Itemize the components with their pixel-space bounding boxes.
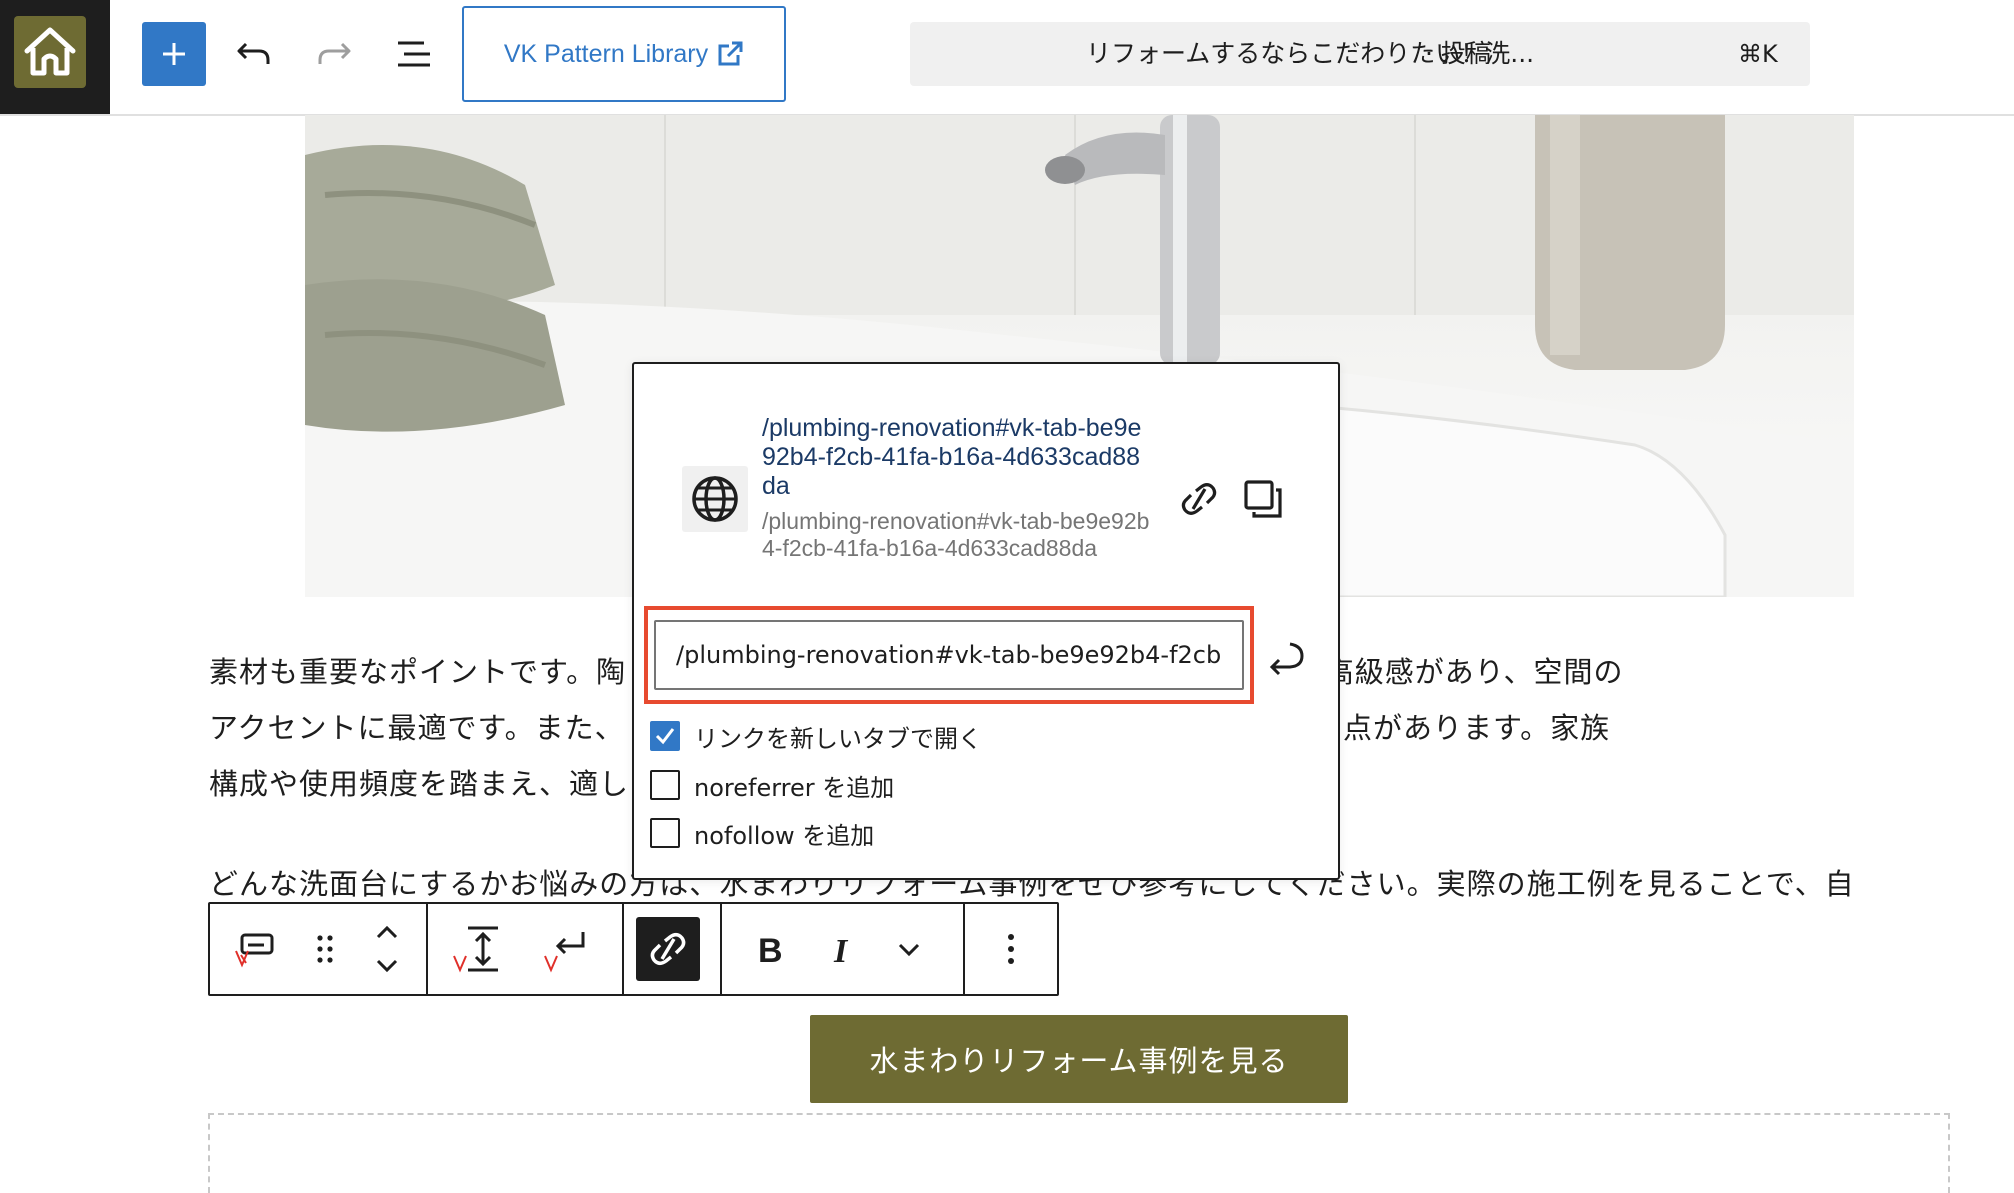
globe-icon (692, 476, 738, 522)
unlink-button[interactable] (636, 917, 700, 981)
more-formatting-button[interactable] (866, 904, 952, 994)
url-input-highlight (644, 606, 1254, 704)
unlink-popover-button[interactable] (1174, 474, 1224, 524)
redo-button[interactable] (302, 22, 366, 86)
post-type: · 投稿 (1425, 39, 1491, 68)
block-toolbar-group-format: B I (722, 904, 965, 994)
vk-pattern-library-button[interactable]: VK Pattern Library (462, 6, 786, 102)
link-url-input[interactable] (654, 620, 1244, 690)
drag-handle[interactable] (300, 904, 350, 994)
italic-button[interactable]: I (818, 904, 866, 994)
option-noreferrer[interactable]: noreferrer を追加 (650, 769, 895, 802)
add-block-button[interactable] (142, 22, 206, 86)
block-type-button[interactable] (210, 904, 300, 994)
svg-text:B: B (758, 932, 783, 967)
link-off-icon (650, 933, 686, 965)
block-toolbar-group-link (624, 904, 722, 994)
line-break-icon (544, 932, 585, 973)
block-toolbar-group-options (965, 904, 1057, 994)
link-off-icon (1181, 483, 1217, 515)
link-popover: /plumbing-renovation#vk-tab-be9e92b4-f2c… (632, 362, 1340, 880)
pattern-library-label: VK Pattern Library (503, 39, 709, 68)
option-open-new-tab[interactable]: リンクを新しいタブで開く (650, 720, 982, 753)
editor-top-toolbar: VK Pattern Library リフォームするならこだわりたい！洗... … (0, 0, 2014, 116)
italic-icon: I (833, 933, 849, 967)
link-preview-icon-box (682, 466, 748, 532)
vertical-spacing-icon (453, 926, 498, 973)
checkmark-icon (655, 728, 675, 745)
chevron-up-icon (376, 925, 398, 939)
list-view-icon (398, 41, 430, 67)
cta-button[interactable]: 水まわりリフォーム事例を見る (810, 1015, 1348, 1103)
nofollow-checkbox[interactable] (650, 818, 680, 848)
drag-handle-icon (317, 935, 333, 963)
open-new-tab-label: リンクを新しいタブで開く (694, 724, 982, 753)
cta-button-label: 水まわりリフォーム事例を見る (869, 1044, 1289, 1078)
site-home-button[interactable] (0, 0, 110, 114)
move-block-buttons[interactable] (350, 904, 424, 994)
link-preview-url: /plumbing-renovation#vk-tab-be9e92b4-f2c… (762, 508, 1150, 561)
vk-line-break-button[interactable] (526, 904, 606, 994)
noreferrer-label: noreferrer を追加 (694, 773, 895, 802)
vk-spacing-button[interactable] (428, 904, 526, 994)
plus-icon (163, 43, 185, 65)
block-toolbar-group-block (210, 904, 428, 994)
open-new-tab-checkbox[interactable] (650, 721, 680, 751)
block-toolbar-group-vk (428, 904, 624, 994)
button-block-icon (235, 933, 274, 968)
chevron-down-icon (376, 959, 398, 973)
command-shortcut: ⌘K (1738, 40, 1778, 68)
home-icon (14, 16, 86, 88)
copy-icon (1244, 480, 1282, 518)
link-submit-button[interactable] (1260, 630, 1312, 682)
noreferrer-checkbox[interactable] (650, 770, 680, 800)
copy-link-button[interactable] (1238, 474, 1288, 524)
enter-icon (1269, 642, 1304, 676)
undo-icon (237, 42, 270, 64)
external-link-icon (718, 41, 743, 66)
next-block-placeholder[interactable] (208, 1113, 1950, 1193)
more-vertical-icon (1008, 934, 1014, 964)
bold-icon: B (758, 932, 783, 967)
link-preview-title[interactable]: /plumbing-renovation#vk-tab-be9e92b4-f2c… (762, 414, 1152, 501)
nofollow-label: nofollow を追加 (694, 821, 875, 850)
undo-button[interactable] (222, 22, 286, 86)
block-toolbar: B I (208, 902, 1059, 996)
svg-text:I: I (833, 933, 849, 967)
redo-icon (318, 42, 351, 64)
bold-button[interactable]: B (722, 904, 818, 994)
chevron-down-icon (898, 943, 920, 957)
command-palette-bar[interactable]: リフォームするならこだわりたい！洗... · 投稿 ⌘K (910, 22, 1810, 86)
block-options-button[interactable] (965, 904, 1057, 994)
option-nofollow[interactable]: nofollow を追加 (650, 817, 875, 850)
document-overview-button[interactable] (382, 22, 446, 86)
